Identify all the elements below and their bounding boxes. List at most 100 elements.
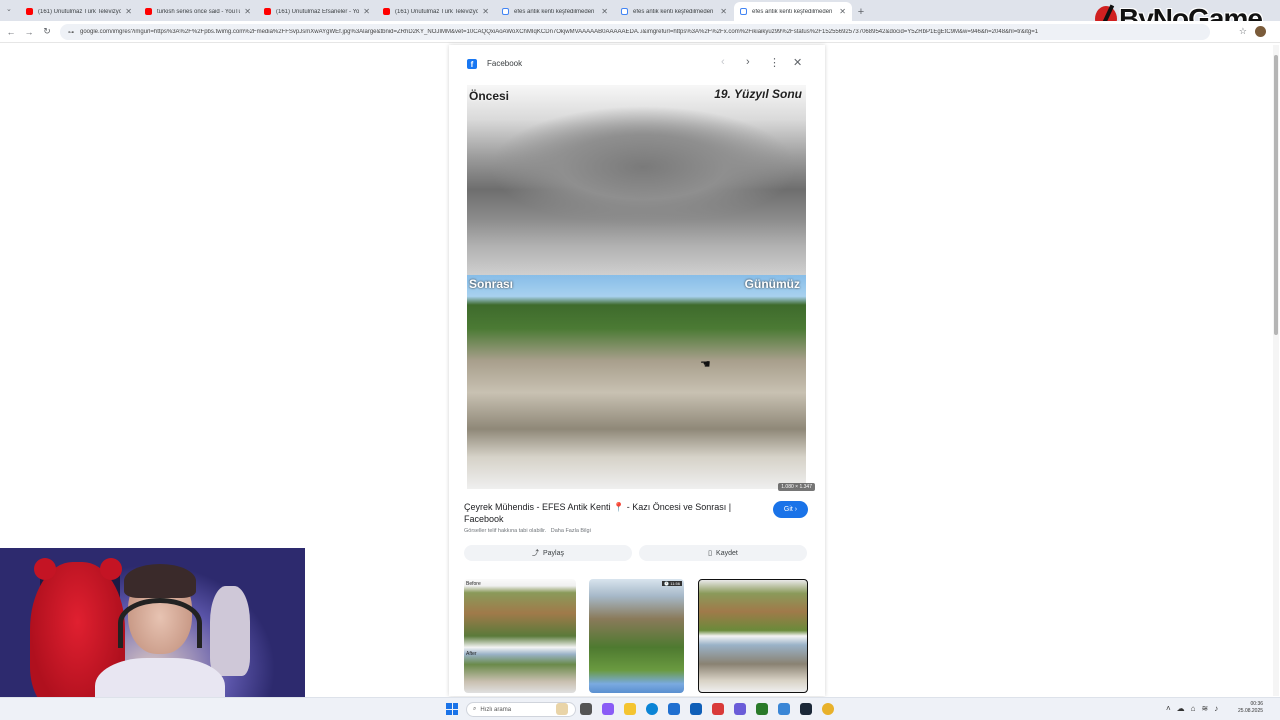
google-icon [740, 8, 747, 15]
tab-strip: ⌄ (161) Unutulmaz Türk Televizyo... ✕ tu… [0, 0, 1280, 21]
url-text: google.com/imgres?imgurl=https%3A%2F%2Fp… [80, 29, 1039, 35]
browser-toolbar: ← → ↻ ⊶ google.com/imgres?imgurl=https%3… [0, 21, 1280, 43]
cloud-icon[interactable]: ☁ [1177, 704, 1185, 713]
tab-title: (161) Unutulmaz Efsaneler - You... [276, 8, 360, 15]
youtube-icon [383, 8, 390, 15]
share-button[interactable]: ⤴ Paylaş [464, 545, 632, 561]
close-tab-icon[interactable]: ✕ [482, 7, 489, 16]
webcam-overlay [0, 548, 305, 720]
close-tab-icon[interactable]: ✕ [125, 7, 132, 16]
image-before-half [467, 85, 806, 275]
store-icon[interactable] [668, 703, 680, 715]
settings-icon[interactable] [778, 703, 790, 715]
clock-time: 00:36 [1250, 701, 1264, 707]
address-bar[interactable]: ⊶ google.com/imgres?imgurl=https%3A%2F%2… [60, 24, 1210, 40]
browser-tab[interactable]: efes antik kenti keşfedilmeden ✕ [496, 2, 614, 21]
thumbnail-duration-badge: 🕐 11:56 [662, 581, 682, 586]
image-label-period-after: Günümüz [744, 277, 800, 291]
profile-avatar[interactable] [1255, 26, 1266, 37]
visit-button[interactable]: Git › [773, 501, 808, 518]
tab-title: efes antik kenti keşfedilmeden [752, 8, 833, 15]
wifi-icon[interactable]: ≋ [1202, 704, 1209, 713]
result-title[interactable]: Çeyrek Mühendis - EFES Antik Kenti 📍 - K… [464, 501, 744, 525]
search-icon: ⌕ [473, 706, 477, 712]
chrome-icon[interactable] [822, 703, 834, 715]
teddy-ear [34, 558, 56, 580]
thumbnail-tag: Before [466, 581, 481, 587]
image-viewer-panel: f Facebook ‹ › ⋮ ✕ Öncesi 19. Yüzyıl Son… [449, 45, 825, 696]
close-tab-icon[interactable]: ✕ [244, 7, 251, 16]
share-label: Paylaş [542, 549, 564, 557]
main-image[interactable]: Öncesi 19. Yüzyıl Sonu Sonrası Günümüz [467, 85, 806, 489]
back-button[interactable]: ← [2, 27, 20, 37]
close-tab-icon[interactable]: ✕ [839, 7, 846, 16]
forward-button[interactable]: → [20, 27, 38, 37]
new-tab-button[interactable]: + [853, 2, 869, 21]
edge-browser-icon[interactable] [646, 703, 658, 715]
file-explorer-icon[interactable] [624, 703, 636, 715]
save-button[interactable]: ▯ Kaydet [639, 545, 807, 561]
tab-title: efes antik kenti keşfedilmeden [514, 8, 595, 15]
tab-title: (161) Unutulmaz Türk Televizyo... [395, 8, 479, 15]
image-after-half [467, 275, 806, 489]
learn-more-link[interactable]: Daha Fazla Bilgi [551, 528, 591, 534]
youtube-icon [145, 8, 152, 15]
teddy-ear [100, 558, 122, 580]
browser-tab-active[interactable]: efes antik kenti keşfedilmeden ✕ [734, 2, 852, 21]
image-label-period-before: 19. Yüzyıl Sonu [714, 87, 802, 101]
tab-search-dropdown-icon[interactable]: ⌄ [6, 5, 12, 13]
headset [118, 598, 202, 648]
copilot-icon[interactable] [602, 703, 614, 715]
start-button[interactable] [446, 703, 458, 715]
related-image-thumbnail[interactable]: 🕐 11:56 [589, 579, 684, 693]
related-image-thumbnail[interactable]: Before After [464, 579, 576, 693]
close-tab-icon[interactable]: ✕ [601, 7, 608, 16]
browser-tab[interactable]: (161) Unutulmaz Türk Televizyo... ✕ [20, 2, 138, 21]
google-icon [502, 8, 509, 15]
save-label: Kaydet [716, 549, 738, 557]
discord-icon[interactable] [734, 703, 746, 715]
system-clock[interactable]: 00:36 25.08.2025 [1238, 701, 1263, 715]
image-label-after: Sonrası [469, 277, 514, 291]
copyright-notice: Görseller telif hakkına tabi olabilir. D… [464, 528, 591, 534]
thumbnail-tag: After [466, 651, 477, 657]
volume-icon[interactable]: ♪ [1214, 704, 1218, 713]
streamer-hair [124, 564, 196, 598]
browser-tab[interactable]: efes antik kenti keşfedilmeden ✕ [615, 2, 733, 21]
tab-title: efes antik kenti keşfedilmeden [633, 8, 714, 15]
steam-icon[interactable] [800, 703, 812, 715]
close-tab-icon[interactable]: ✕ [720, 7, 727, 16]
bookmark-star-icon[interactable]: ☆ [1239, 26, 1247, 37]
close-tab-icon[interactable]: ✕ [363, 7, 370, 16]
widget-icon[interactable] [556, 703, 568, 715]
clock-date: 25.08.2025 [1238, 708, 1264, 714]
more-options-icon[interactable]: ⋮ [769, 56, 780, 69]
viewer-header: f Facebook ‹ › ⋮ ✕ [449, 45, 825, 83]
hill-shape [467, 95, 806, 275]
task-view-icon[interactable] [580, 703, 592, 715]
chevron-up-icon[interactable]: ˄ [1166, 704, 1171, 713]
site-info-icon[interactable]: ⊶ [68, 29, 74, 36]
browser-tab[interactable]: (161) Unutulmaz Efsaneler - You... ✕ [258, 2, 376, 21]
system-tray: ˄ ☁ ⌂ ≋ ♪ [1166, 704, 1218, 713]
browser-tab[interactable]: turkish series once said - YouTu... ✕ [139, 2, 257, 21]
reload-button[interactable]: ↻ [38, 26, 56, 37]
source-name[interactable]: Facebook [487, 59, 522, 68]
outlook-icon[interactable] [690, 703, 702, 715]
page-scrollbar[interactable] [1273, 45, 1279, 696]
app-icon[interactable] [756, 703, 768, 715]
scrollbar-thumb[interactable] [1274, 55, 1278, 335]
close-viewer-icon[interactable]: ✕ [793, 56, 802, 69]
tab-title: turkish series once said - YouTu... [157, 8, 241, 15]
network-icon[interactable]: ⌂ [1191, 704, 1196, 713]
share-icon: ⤴ [531, 550, 539, 557]
related-image-thumbnail-selected[interactable] [698, 579, 808, 693]
app-icon[interactable] [712, 703, 724, 715]
prev-image-icon[interactable]: ‹ [721, 56, 725, 68]
google-icon [621, 8, 628, 15]
windows-taskbar: ⌕ Hızlı arama ˄ ☁ ⌂ ≋ ♪ 00:36 25.08.2025 [0, 697, 1280, 720]
browser-tab[interactable]: (161) Unutulmaz Türk Televizyo... ✕ [377, 2, 495, 21]
next-image-icon[interactable]: › [746, 56, 750, 68]
image-dimensions-badge: 1.080 × 1.347 [778, 483, 815, 491]
toolbar-actions: ☆ [1239, 26, 1266, 37]
